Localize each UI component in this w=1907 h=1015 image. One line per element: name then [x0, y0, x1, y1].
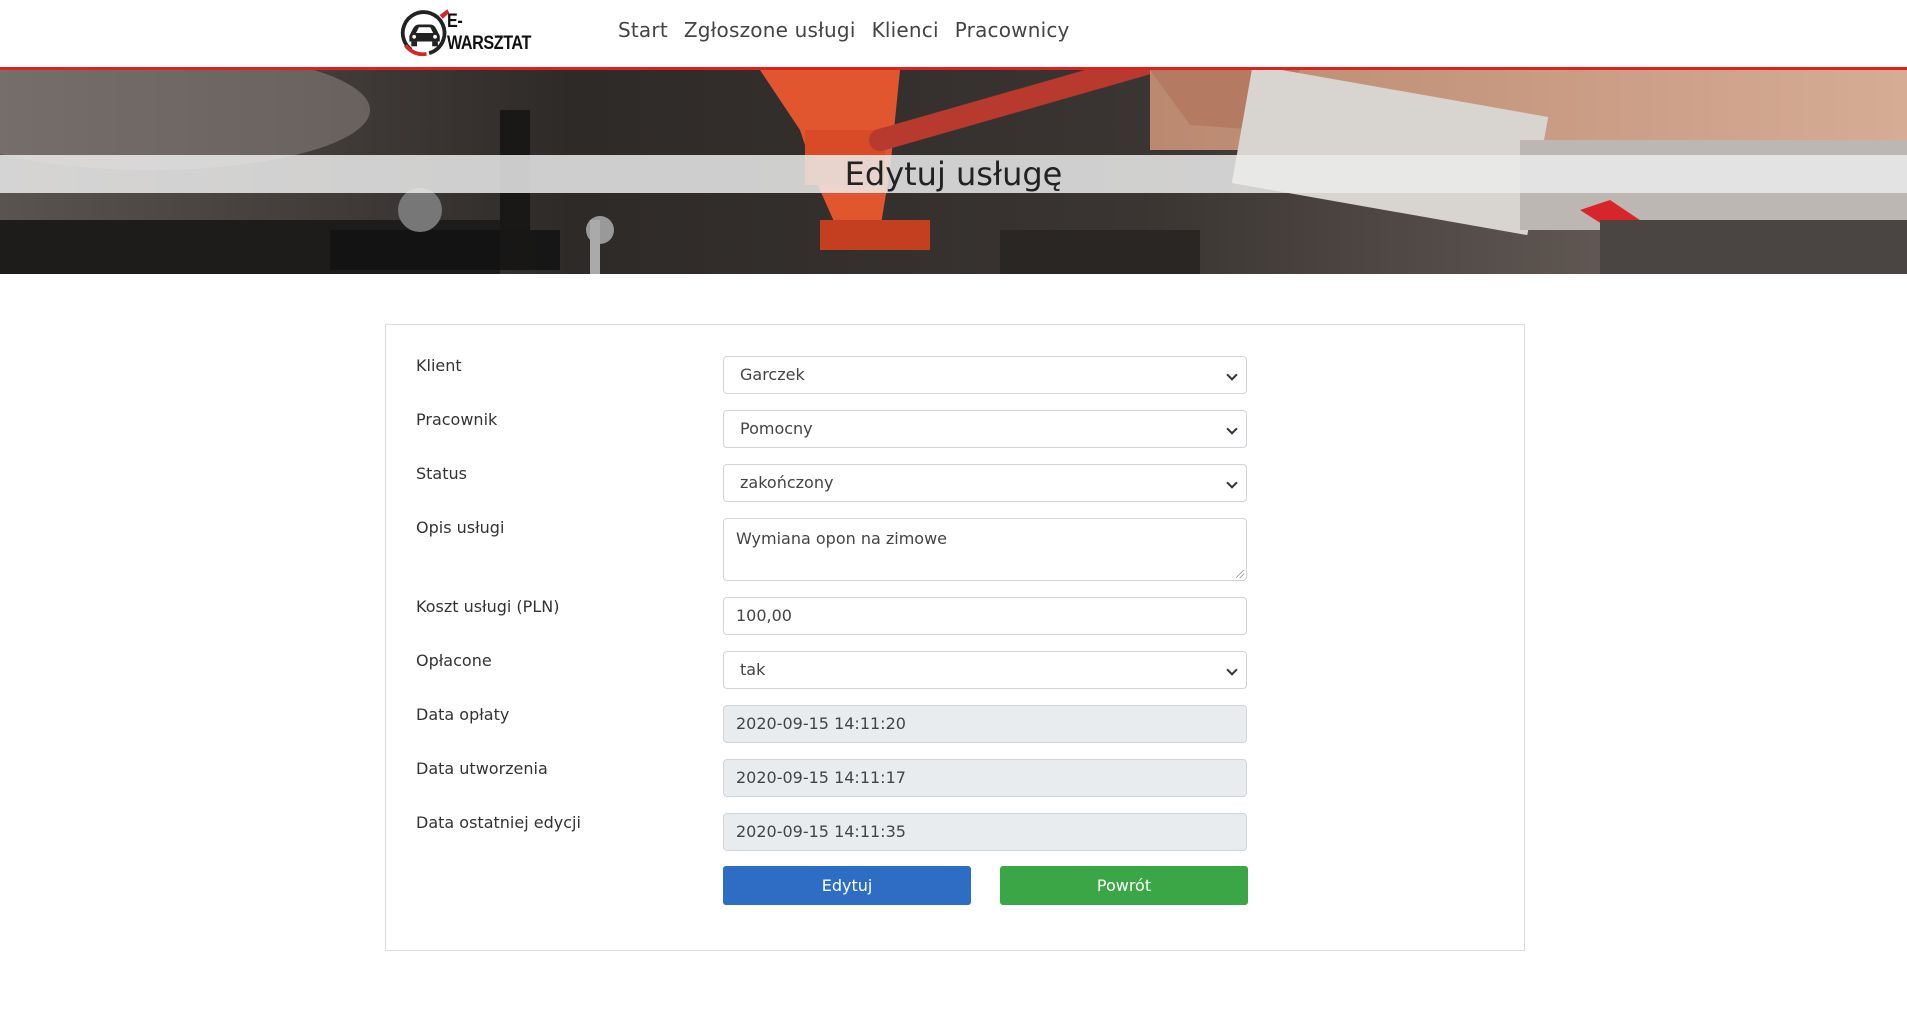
- edit-service-form: Klient Garczek Pracownik Pomocny Status …: [385, 324, 1525, 951]
- top-navbar: E-WARSZTAT Start Zgłoszone usługi Klienc…: [0, 0, 1907, 70]
- main-nav: Start Zgłoszone usługi Klienci Pracownic…: [618, 18, 1070, 42]
- created-date-label: Data utworzenia: [416, 759, 548, 778]
- client-label: Klient: [416, 356, 462, 375]
- nav-item-reported-services[interactable]: Zgłoszone usługi: [684, 18, 856, 42]
- cost-label: Koszt usługi (PLN): [416, 597, 560, 616]
- payment-date-field: 2020-09-15 14:11:20: [723, 705, 1247, 743]
- brand-name: E-WARSZTAT: [447, 11, 532, 54]
- paid-select[interactable]: tak: [723, 651, 1247, 689]
- employee-label: Pracownik: [416, 410, 498, 429]
- edit-button[interactable]: Edytuj: [723, 866, 971, 905]
- employee-select[interactable]: Pomocny: [723, 410, 1247, 448]
- status-label: Status: [416, 464, 467, 483]
- nav-item-employees[interactable]: Pracownicy: [955, 18, 1070, 42]
- created-date-field: 2020-09-15 14:11:17: [723, 759, 1247, 797]
- nav-item-start[interactable]: Start: [618, 18, 668, 42]
- status-select[interactable]: zakończony: [723, 464, 1247, 502]
- cost-input[interactable]: 100,00: [723, 597, 1247, 635]
- last-edit-date-label: Data ostatniej edycji: [416, 813, 581, 832]
- car-wrench-logo-icon: [400, 9, 450, 57]
- paid-label: Opłacone: [416, 651, 492, 670]
- back-button[interactable]: Powrót: [1000, 866, 1248, 905]
- client-select[interactable]: Garczek: [723, 356, 1247, 394]
- page-title: Edytuj usługę: [844, 155, 1063, 193]
- payment-date-label: Data opłaty: [416, 705, 510, 724]
- description-label: Opis usługi: [416, 518, 505, 537]
- hero-banner: Edytuj usługę: [0, 70, 1907, 274]
- brand-logo[interactable]: E-WARSZTAT: [398, 6, 558, 60]
- description-textarea[interactable]: Wymiana opon na zimowe: [723, 518, 1247, 581]
- last-edit-date-field: 2020-09-15 14:11:35: [723, 813, 1247, 851]
- nav-item-clients[interactable]: Klienci: [872, 18, 939, 42]
